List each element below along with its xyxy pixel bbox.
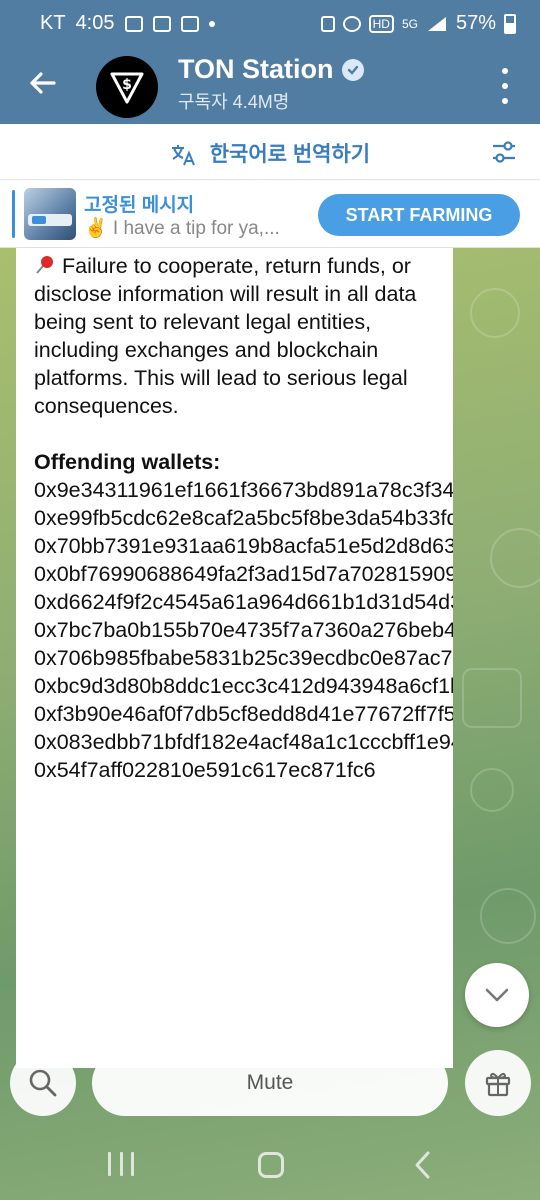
- message-text: Failure to cooperate, return funds, or d…: [34, 254, 417, 418]
- calendar-notification-icon: [180, 15, 199, 32]
- pinned-preview: ✌️ I have a tip for ya,...: [84, 218, 280, 239]
- network-type: 5G: [401, 16, 418, 31]
- lock-icon: [320, 15, 335, 32]
- translate-label: 한국어로 번역하기: [209, 143, 371, 166]
- system-nav-bar: [0, 1130, 540, 1200]
- wallet-address[interactable]: 0x706b985fbabe5831b25c39ecdbc0e87ac720b4…: [34, 644, 453, 672]
- gift-icon: [485, 1072, 511, 1097]
- status-bar: KT 4:05 HD 5G 57%: [0, 0, 540, 48]
- wallet-address[interactable]: 0xbc9d3d80b8ddc1ecc3c412d943948a6cf1b97f…: [34, 672, 453, 700]
- battery-percent: 57%: [455, 12, 496, 34]
- chat-header: $ TON Station 구독자 4.4M명: [0, 48, 540, 124]
- more-menu-icon[interactable]: [500, 68, 510, 104]
- battery-icon: [504, 13, 516, 34]
- gift-button[interactable]: [465, 1050, 531, 1116]
- recents-nav-icon[interactable]: [108, 1152, 134, 1176]
- pinned-indicator: [12, 190, 15, 238]
- pinned-message-bar[interactable]: 고정된 메시지 ✌️ I have a tip for ya,... START…: [0, 180, 540, 248]
- translate-icon: [171, 145, 195, 166]
- wallet-address[interactable]: 0x7bc7ba0b155b70e4735f7a7360a276beb402b0…: [34, 616, 453, 644]
- wallet-address[interactable]: 0x9e34311961ef1661f36673bd891a78c3f340b7…: [34, 476, 453, 504]
- clock: 4:05: [75, 12, 115, 34]
- app-notification-icon: [152, 15, 171, 32]
- pinned-thumbnail: [24, 188, 76, 240]
- svg-text:$: $: [122, 77, 132, 93]
- message-bubble: Failure to cooperate, return funds, or d…: [16, 248, 453, 1068]
- wallet-list: 0x9e34311961ef1661f36673bd891a78c3f340b7…: [34, 476, 453, 784]
- wallet-address[interactable]: 0xf3b90e46af0f7db5cf8edd8d41e77672ff7f56…: [34, 700, 453, 728]
- channel-avatar[interactable]: $: [96, 56, 158, 118]
- mute-button[interactable]: Mute: [92, 1050, 448, 1116]
- chevron-down-icon: [485, 988, 509, 1002]
- translate-settings-icon[interactable]: [490, 138, 518, 166]
- gallery-notification-icon: [124, 15, 143, 32]
- more-notifications-dot: [208, 20, 215, 27]
- wallet-address[interactable]: 0x54f7aff022810e591c617ec871fc6: [34, 756, 435, 784]
- ton-station-logo-icon: $: [110, 72, 144, 104]
- back-arrow-icon[interactable]: [26, 66, 60, 100]
- subscriber-count: 구독자 4.4M명: [178, 92, 290, 112]
- alarm-icon: [342, 15, 361, 32]
- wallet-address[interactable]: 0x083edbb71bfdf182e4acf48a1c1cccbff1e942…: [34, 728, 453, 756]
- search-icon: [29, 1069, 57, 1097]
- wallets-heading: Offending wallets:: [34, 450, 221, 474]
- pushpin-emoji-icon: [36, 256, 53, 274]
- wallet-address[interactable]: 0x70bb7391e931aa619b8acfa51e5d2d8d63c8d7…: [34, 532, 453, 560]
- translate-bar[interactable]: 한국어로 번역하기: [0, 124, 540, 180]
- home-nav-icon[interactable]: [258, 1152, 284, 1178]
- carrier-label: KT: [40, 12, 66, 34]
- signal-icon: [427, 16, 446, 31]
- start-farming-button[interactable]: START FARMING: [318, 194, 520, 236]
- hd-voice-icon: HD: [368, 14, 394, 33]
- search-button[interactable]: [10, 1050, 76, 1116]
- back-nav-icon[interactable]: [412, 1150, 432, 1180]
- channel-name: TON Station: [178, 54, 334, 84]
- bottom-bar: Mute: [0, 1048, 540, 1118]
- wallet-address[interactable]: 0xe99fb5cdc62e8caf2a5bc5f8be3da54b33fda5…: [34, 504, 453, 532]
- verified-badge-icon: [341, 58, 364, 81]
- channel-title[interactable]: TON Station: [178, 54, 364, 85]
- wallet-address[interactable]: 0x0bf76990688649fa2f3ad15d7a702815909d8f…: [34, 560, 453, 588]
- wallet-address[interactable]: 0xd6624f9f2c4545a61a964d661b1d31d54d39b3…: [34, 588, 453, 616]
- scroll-down-button[interactable]: [465, 963, 529, 1027]
- pinned-title: 고정된 메시지: [84, 195, 195, 216]
